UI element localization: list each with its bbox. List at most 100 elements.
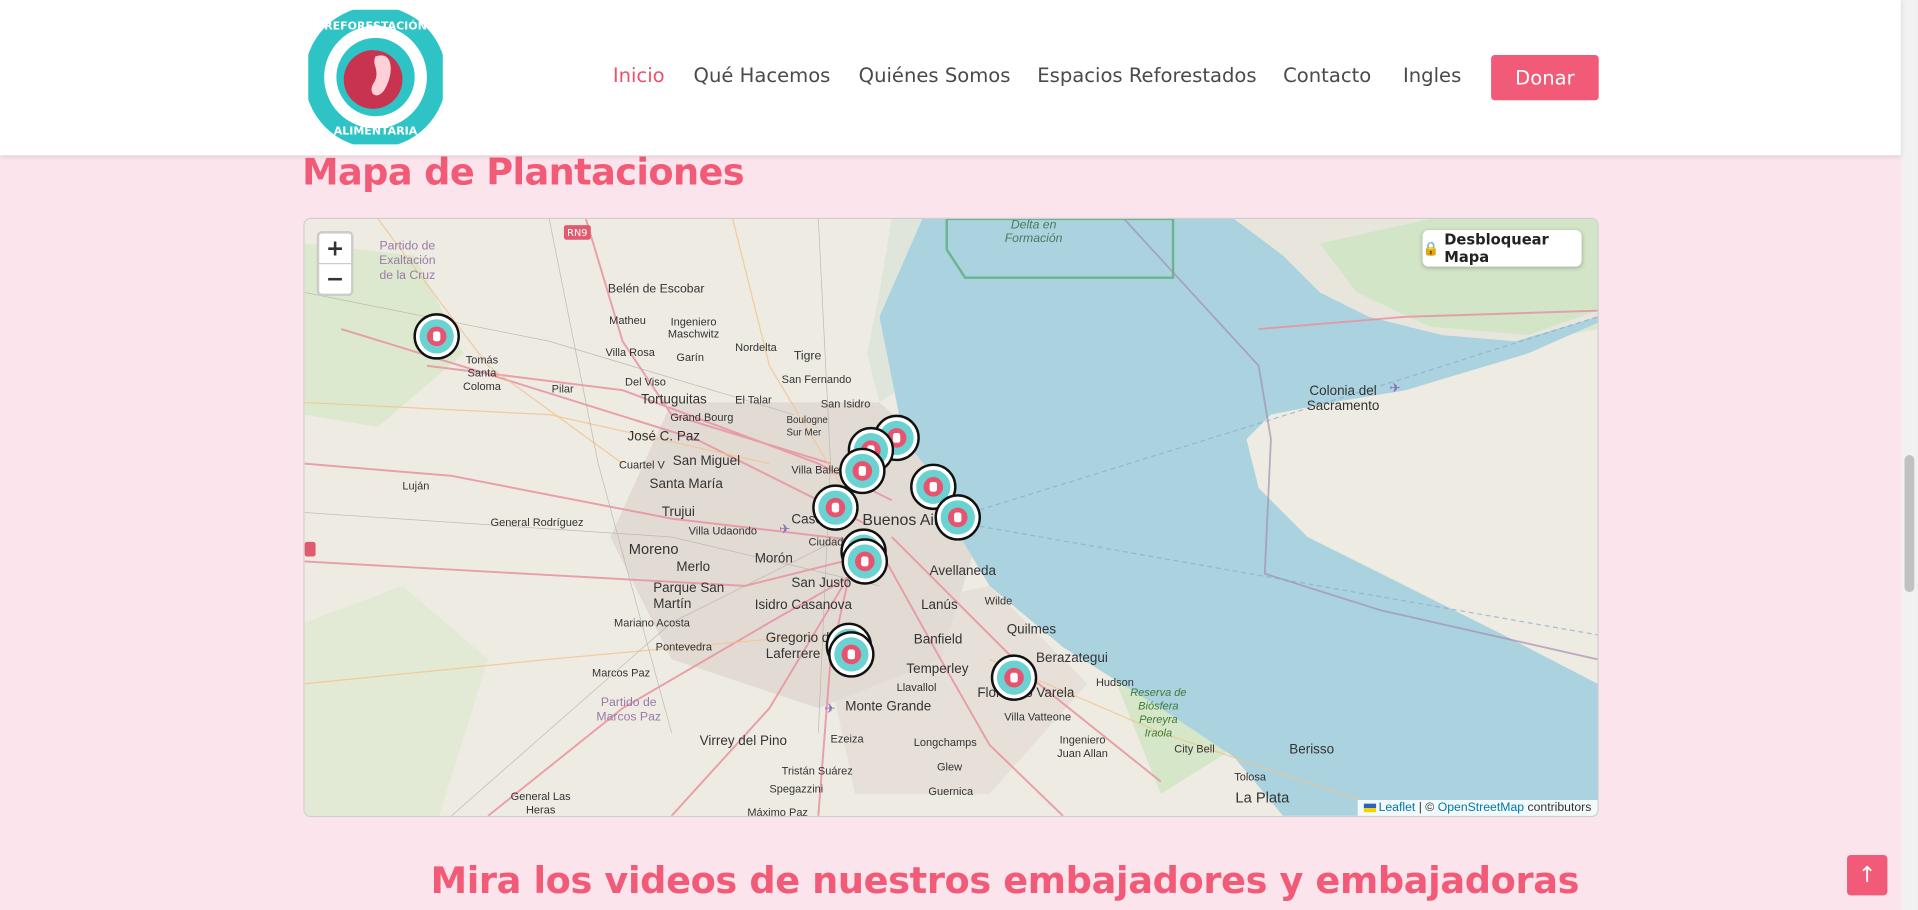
plantation-marker[interactable] [841, 538, 889, 585]
place-label: Tomás Santa Coloma [462, 353, 501, 393]
unlock-map-label: Desbloquear Mapa [1444, 231, 1549, 266]
zoom-in-button[interactable]: + [319, 234, 352, 265]
page-scrollbar[interactable] [1900, 0, 1918, 910]
svg-text:✈: ✈ [1390, 382, 1401, 397]
place-label: Garín [676, 351, 704, 364]
place-label: Villa Vatteone [1004, 710, 1072, 723]
arrow-up-icon: ↑ [1857, 862, 1877, 889]
place-label: Wilde [984, 594, 1013, 607]
place-label: Partido de Marcos Paz [596, 696, 662, 725]
plantations-map[interactable]: ✈ ✈ ✈ RN9 Partido de Exaltación de la Cr… [303, 217, 1599, 818]
svg-text:ALIMENTARIA: ALIMENTARIA [334, 125, 418, 138]
place-label: Colonia del Sacramento [1306, 384, 1380, 414]
donate-button[interactable]: Donar [1491, 55, 1599, 101]
place-label: Villa Rosa [605, 346, 655, 359]
place-label: Mariano Acosta [614, 616, 690, 629]
place-label: Morón [754, 551, 793, 567]
nav-inicio[interactable]: Inicio [613, 64, 665, 87]
place-label: Boulogne Sur Mer [786, 414, 828, 438]
svg-text:✈: ✈ [824, 702, 835, 717]
plantation-marker[interactable] [812, 484, 859, 531]
map-attribution: Leaflet | © OpenStreetMap contributors [1357, 799, 1598, 816]
place-label: Reserva de Biósfera Pereyra Iraola [1130, 686, 1187, 739]
place-label: San Fernando [781, 373, 852, 386]
place-label: Marcos Paz [592, 666, 651, 679]
place-label: Temperley [906, 661, 969, 677]
svg-text:✈: ✈ [779, 522, 790, 537]
place-label: Nordelta [735, 341, 777, 354]
place-label: Trujui [661, 505, 695, 520]
nav-contacto[interactable]: Contacto [1283, 64, 1371, 87]
place-label: Moreno [628, 540, 679, 558]
ukraine-flag-icon [1363, 803, 1377, 813]
videos-section-title: Mira los videos de nuestros embajadores … [430, 859, 1580, 903]
place-label: Monte Grande [845, 699, 932, 715]
place-label: José C. Paz [627, 429, 701, 445]
place-label: Tristán Suárez [781, 764, 853, 777]
place-label: Quilmes [1006, 622, 1057, 638]
site-logo[interactable]: REFORESTACIÓN ALIMENTARIA [304, 6, 447, 149]
place-label: San Isidro [820, 397, 871, 410]
place-label: Pilar [551, 382, 574, 396]
place-label: General Rodríguez [490, 516, 584, 529]
place-label: Spegazzini [769, 782, 824, 796]
place-label: Villa Udaondo [688, 524, 758, 537]
svg-text:RN9: RN9 [567, 228, 587, 239]
unlock-map-button[interactable]: 🔒 Desbloquear Mapa [1422, 229, 1582, 267]
place-label: Berazategui [1036, 650, 1108, 666]
place-label: Banfield [913, 632, 963, 648]
place-label: Guernica [928, 785, 974, 798]
nav-quienes-somos[interactable]: Quiénes Somos [859, 64, 1011, 87]
plantation-marker[interactable] [990, 654, 1038, 701]
place-label: Llavallol [896, 681, 937, 694]
plantation-marker[interactable] [828, 631, 875, 678]
leaflet-link[interactable]: Leaflet [1379, 801, 1416, 814]
place-label: Berisso [1289, 742, 1335, 758]
place-label: Tortuguitas [640, 392, 707, 408]
place-label: Cuartel V [618, 458, 665, 471]
place-label: Matheu [609, 314, 646, 327]
place-label: Virrey del Pino [699, 733, 787, 749]
place-label: Avellaneda [929, 563, 996, 579]
place-label: Santa María [649, 477, 723, 492]
place-label: Ingeniero Juan Allan [1057, 733, 1108, 760]
place-label: Máximo Paz [747, 806, 808, 818]
attribution-suffix: contributors [1524, 801, 1592, 815]
place-label: Grand Bourg [670, 410, 734, 424]
place-label: Partido de Exaltación de la Cruz [379, 239, 436, 283]
svg-text:REFORESTACIÓN: REFORESTACIÓN [324, 19, 427, 32]
plantation-marker[interactable] [934, 494, 982, 541]
plantation-marker[interactable] [413, 313, 460, 360]
place-label: Lanús [921, 598, 958, 613]
attribution-separator: | © [1415, 801, 1438, 815]
map-section-title: Mapa de Plantaciones [302, 151, 744, 195]
place-label: La Plata [1235, 788, 1290, 807]
place-label: Pontevedra [655, 640, 712, 654]
place-label: Tolosa [1234, 770, 1267, 783]
place-label: Delta en Formación [1004, 218, 1063, 246]
osm-link[interactable]: OpenStreetMap [1438, 801, 1524, 814]
place-label: El Talar [735, 393, 772, 407]
place-label: Del Viso [625, 375, 666, 388]
scroll-to-top-button[interactable]: ↑ [1847, 855, 1888, 896]
place-label: Isidro Casanova [754, 598, 852, 613]
zoom-out-button[interactable]: − [319, 264, 351, 293]
place-label: Belén de Escobar [607, 282, 705, 297]
zoom-control: + − [316, 231, 354, 297]
place-label: General Las Heras [510, 790, 571, 816]
place-label: Luján [402, 479, 430, 492]
nav-ingles[interactable]: Ingles [1403, 64, 1461, 87]
place-label: Ezeiza [830, 732, 864, 745]
nav-que-hacemos[interactable]: Qué Hacemos [694, 64, 831, 87]
place-label: Longchamps [913, 736, 977, 749]
place-label: City Bell [1174, 742, 1215, 755]
scrollbar-thumb[interactable] [1904, 455, 1915, 593]
place-label: Glew [936, 760, 963, 774]
lock-icon: 🔒 [1422, 240, 1440, 257]
site-header: REFORESTACIÓN ALIMENTARIA Inicio Qué Hac… [0, 0, 1901, 156]
place-label: Tigre [793, 349, 822, 364]
place-label: Merlo [676, 560, 711, 575]
nav-espacios-reforestados[interactable]: Espacios Reforestados [1037, 64, 1256, 87]
place-label: San Justo [791, 576, 852, 591]
place-label: Ingeniero Maschwitz [667, 315, 720, 341]
